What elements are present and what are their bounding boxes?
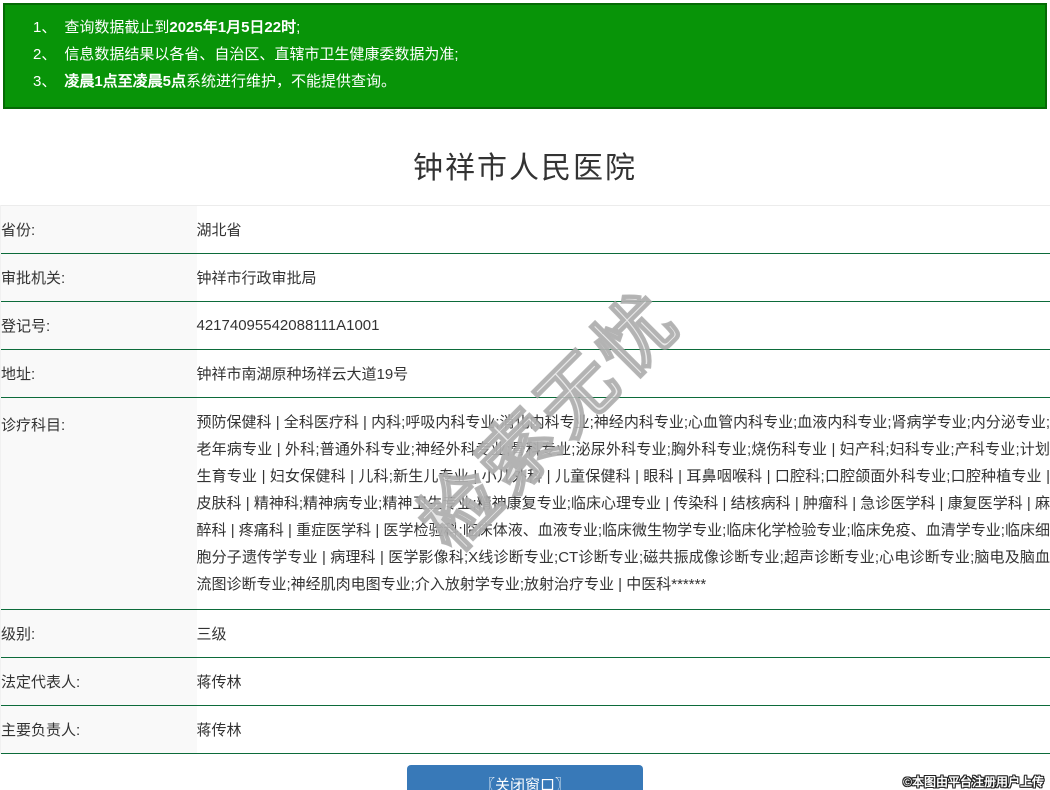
table-row-main-person-in-charge: 主要负责人: 蒋传林 [0,705,1050,754]
row-label: 主要负责人: [0,705,197,754]
notice-line-2: 2、 信息数据结果以各省、自治区、直辖市卫生健康委数据为准; [33,41,1035,68]
table-row-address: 地址: 钟祥市南湖原种场祥云大道19号 [0,349,1050,398]
row-value: 三级 [196,626,227,643]
notice-line-3: 3、 凌晨1点至凌晨5点系统进行维护，不能提供查询。 [33,68,1035,95]
table-row-approval-authority: 审批机关: 钟祥市行政审批局 [0,253,1050,302]
table-row-legal-representative: 法定代表人: 蒋传林 [0,657,1050,706]
row-value: 蒋传林 [196,674,242,691]
row-label: 登记号: [0,301,197,350]
row-value: 湖北省 [196,222,242,239]
notice-text-bold: 2025年1月5日22时 [169,19,297,36]
row-value: 预防保健科 | 全科医疗科 | 内科;呼吸内科专业;消化内科专业;神经内科专业;… [196,414,1050,593]
row-value: 42174095542088111A1001 [196,317,380,334]
close-window-button[interactable]: 〖关闭窗口〗 [407,765,643,790]
notice-text: 系统进行维护，不能提供查询。 [186,73,397,90]
notice-text: 查询数据截止到 [64,19,170,36]
row-value: 钟祥市南湖原种场祥云大道19号 [196,366,409,383]
notice-number: 2、 [33,46,57,63]
notice-number: 1、 [33,19,57,36]
row-value: 钟祥市行政审批局 [196,270,317,287]
row-label: 级别: [0,609,197,658]
hospital-info-table: 省份: 湖北省 审批机关: 钟祥市行政审批局 登记号: 421740955420… [0,205,1050,754]
button-row: 〖关闭窗口〗 [0,765,1050,790]
notice-number: 3、 [33,73,57,90]
row-label: 地址: [0,349,197,398]
notice-line-1: 1、 查询数据截止到2025年1月5日22时; [33,14,1035,41]
notice-text: ; [296,19,301,36]
notice-banner: 1、 查询数据截止到2025年1月5日22时; 2、 信息数据结果以各省、自治区、直… [3,3,1047,109]
image-source-note: ©本图由平台注册用户上传 [903,775,1044,789]
row-value: 蒋传林 [196,722,242,739]
notice-text: 信息数据结果以各省、自治区、直辖市卫生健康委数据为准; [64,46,459,63]
notice-text-bold: 凌晨1点至凌晨5点 [64,73,187,90]
row-label: 省份: [0,205,197,254]
row-label: 审批机关: [0,253,197,302]
table-row-registration-number: 登记号: 42174095542088111A1001 [0,301,1050,350]
row-label: 法定代表人: [0,657,197,706]
page-title: 钟祥市人民医院 [413,152,637,185]
table-row-medical-departments: 诊疗科目: 预防保健科 | 全科医疗科 | 内科;呼吸内科专业;消化内科专业;神… [0,397,1050,610]
table-row-province: 省份: 湖北省 [0,205,1050,254]
row-label: 诊疗科目: [0,397,197,610]
table-row-level: 级别: 三级 [0,609,1050,658]
